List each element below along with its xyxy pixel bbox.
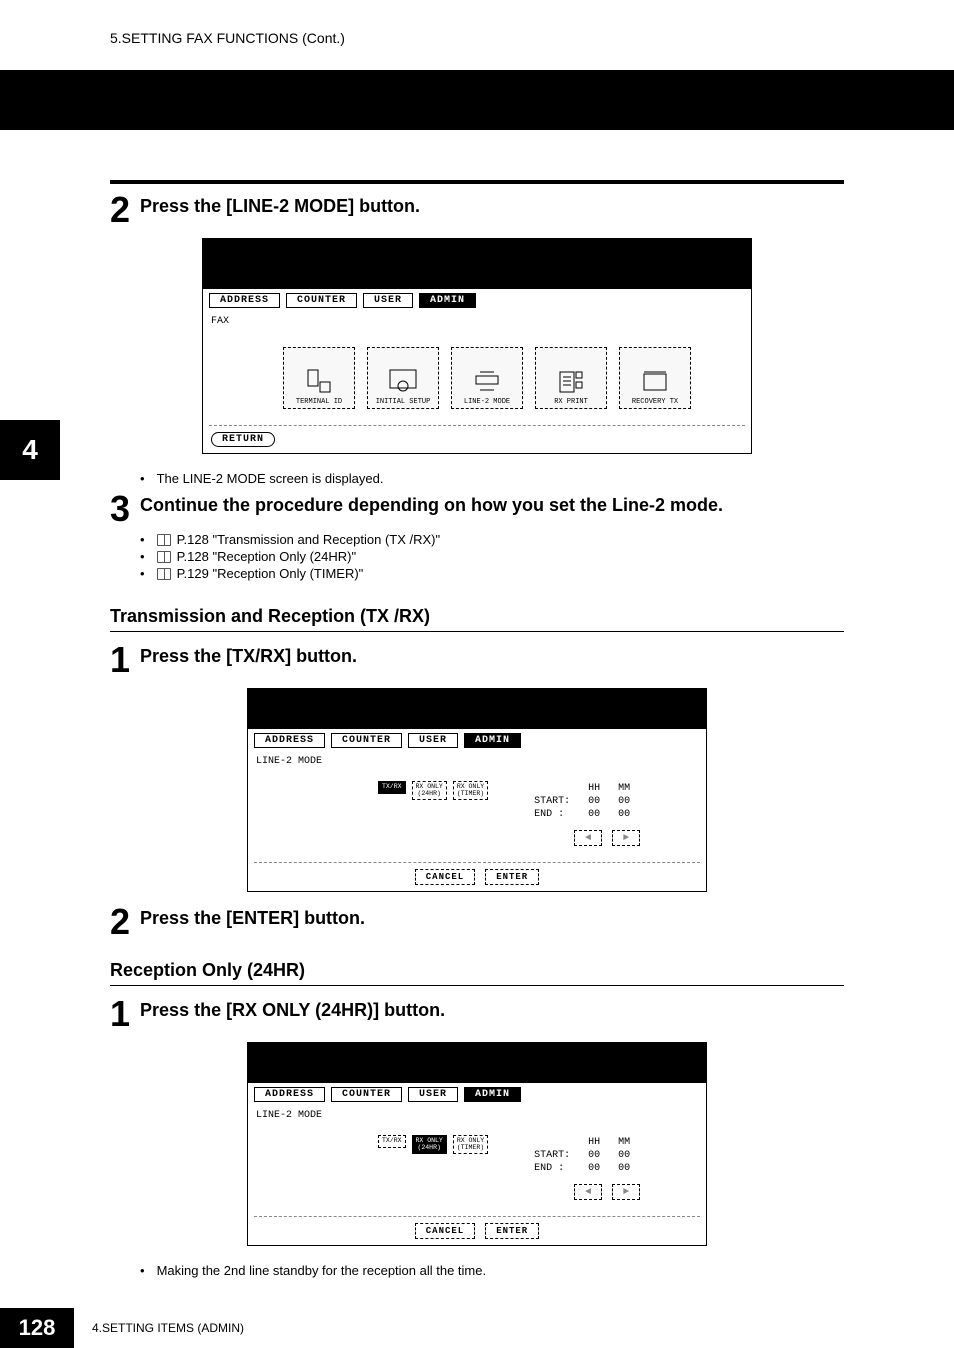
divider	[110, 180, 844, 184]
lcd-time-block: HHMM START:0000 END :0000 ◄ ►	[524, 781, 640, 846]
rx-print-icon	[556, 368, 586, 396]
lcd-subtitle: LINE-2 MODE	[248, 1106, 706, 1125]
chapter-tab: 4	[0, 420, 60, 480]
lcd-mode-txrx[interactable]: TX/RX	[378, 1135, 406, 1148]
lcd-tab-counter[interactable]: COUNTER	[286, 293, 357, 308]
section-heading-rx24: Reception Only (24HR)	[110, 940, 844, 986]
lcd-tab-address[interactable]: ADDRESS	[254, 733, 325, 748]
step-title: Press the [TX/RX] button.	[140, 642, 357, 667]
page-number: 128	[0, 1308, 74, 1348]
terminal-id-icon	[304, 368, 334, 396]
book-icon	[157, 551, 171, 563]
lcd-tab-admin[interactable]: ADMIN	[464, 733, 521, 748]
lcd-cancel-button[interactable]: CANCEL	[415, 869, 475, 885]
lcd-mode-rxonlytimer[interactable]: RX ONLY (TIMER)	[453, 1135, 488, 1154]
lcd-tab-user[interactable]: USER	[408, 1087, 458, 1102]
lcd-mode-rxonly24[interactable]: RX ONLY (24HR)	[412, 1135, 447, 1154]
lcd-btn-rx-print[interactable]: RX PRINT	[535, 347, 607, 409]
step-title: Press the [ENTER] button.	[140, 904, 365, 929]
lcd-tab-admin[interactable]: ADMIN	[464, 1087, 521, 1102]
lcd-tab-counter[interactable]: COUNTER	[331, 733, 402, 748]
lcd-tab-address[interactable]: ADDRESS	[254, 1087, 325, 1102]
footer-text: 4.SETTING ITEMS (ADMIN)	[74, 1321, 244, 1335]
note-text: Making the 2nd line standby for the rece…	[140, 1262, 844, 1279]
recovery-tx-icon	[640, 368, 670, 396]
lcd-tab-user[interactable]: USER	[363, 293, 413, 308]
lcd-enter-button[interactable]: ENTER	[485, 1223, 539, 1239]
lcd-arrow-left[interactable]: ◄	[574, 830, 602, 846]
lcd-btn-label: LINE-2 MODE	[464, 398, 510, 406]
lcd-time-block: HHMM START:0000 END :0000 ◄ ►	[524, 1135, 640, 1200]
lcd-btn-line2-mode[interactable]: LINE-2 MODE	[451, 347, 523, 409]
lcd-mode-txrx[interactable]: TX/RX	[378, 781, 406, 794]
lcd-mode-rxonlytimer[interactable]: RX ONLY (TIMER)	[453, 781, 488, 800]
step-title: Continue the procedure depending on how …	[140, 491, 723, 516]
page-footer: 128 4.SETTING ITEMS (ADMIN)	[0, 1308, 954, 1348]
initial-setup-icon	[388, 368, 418, 396]
lcd-enter-button[interactable]: ENTER	[485, 869, 539, 885]
step-number: 2	[110, 904, 130, 940]
lcd-screenshot-fax: ADDRESS COUNTER USER ADMIN FAX TERMINAL …	[202, 238, 752, 454]
lcd-screenshot-rx24: ADDRESS COUNTER USER ADMIN LINE-2 MODE T…	[247, 1042, 707, 1246]
lcd-cancel-button[interactable]: CANCEL	[415, 1223, 475, 1239]
note-text: The LINE-2 MODE screen is displayed.	[140, 470, 844, 487]
lcd-return-button[interactable]: RETURN	[211, 432, 275, 447]
line2-mode-icon	[472, 368, 502, 396]
ref-link: P.129 "Reception Only (TIMER)"	[140, 565, 844, 582]
header-black-bar	[0, 70, 954, 130]
lcd-tab-admin[interactable]: ADMIN	[419, 293, 476, 308]
lcd-btn-recovery-tx[interactable]: RECOVERY TX	[619, 347, 691, 409]
lcd-btn-terminal-id[interactable]: TERMINAL ID	[283, 347, 355, 409]
lcd-btn-label: RX PRINT	[554, 398, 588, 406]
lcd-tab-user[interactable]: USER	[408, 733, 458, 748]
lcd-tab-counter[interactable]: COUNTER	[331, 1087, 402, 1102]
ref-link: P.128 "Transmission and Reception (TX /R…	[140, 531, 844, 548]
lcd-subtitle: LINE-2 MODE	[248, 752, 706, 771]
lcd-mode-rxonly24[interactable]: RX ONLY (24HR)	[412, 781, 447, 800]
lcd-btn-label: INITIAL SETUP	[376, 398, 431, 406]
header-breadcrumb: 5.SETTING FAX FUNCTIONS (Cont.)	[0, 0, 954, 56]
step-title: Press the [RX ONLY (24HR)] button.	[140, 996, 445, 1021]
book-icon	[157, 568, 171, 580]
lcd-arrow-left[interactable]: ◄	[574, 1184, 602, 1200]
step-number: 1	[110, 996, 130, 1032]
lcd-tab-address[interactable]: ADDRESS	[209, 293, 280, 308]
book-icon	[157, 534, 171, 546]
ref-link: P.128 "Reception Only (24HR)"	[140, 548, 844, 565]
lcd-subtitle: FAX	[203, 312, 751, 331]
section-heading-txrx: Transmission and Reception (TX /RX)	[110, 586, 844, 632]
step-title: Press the [LINE-2 MODE] button.	[140, 192, 420, 217]
step-number: 2	[110, 192, 130, 228]
lcd-btn-label: TERMINAL ID	[296, 398, 342, 406]
lcd-btn-initial-setup[interactable]: INITIAL SETUP	[367, 347, 439, 409]
lcd-arrow-right[interactable]: ►	[612, 830, 640, 846]
lcd-screenshot-txrx: ADDRESS COUNTER USER ADMIN LINE-2 MODE T…	[247, 688, 707, 892]
lcd-arrow-right[interactable]: ►	[612, 1184, 640, 1200]
step-number: 3	[110, 491, 130, 527]
lcd-btn-label: RECOVERY TX	[632, 398, 678, 406]
step-number: 1	[110, 642, 130, 678]
